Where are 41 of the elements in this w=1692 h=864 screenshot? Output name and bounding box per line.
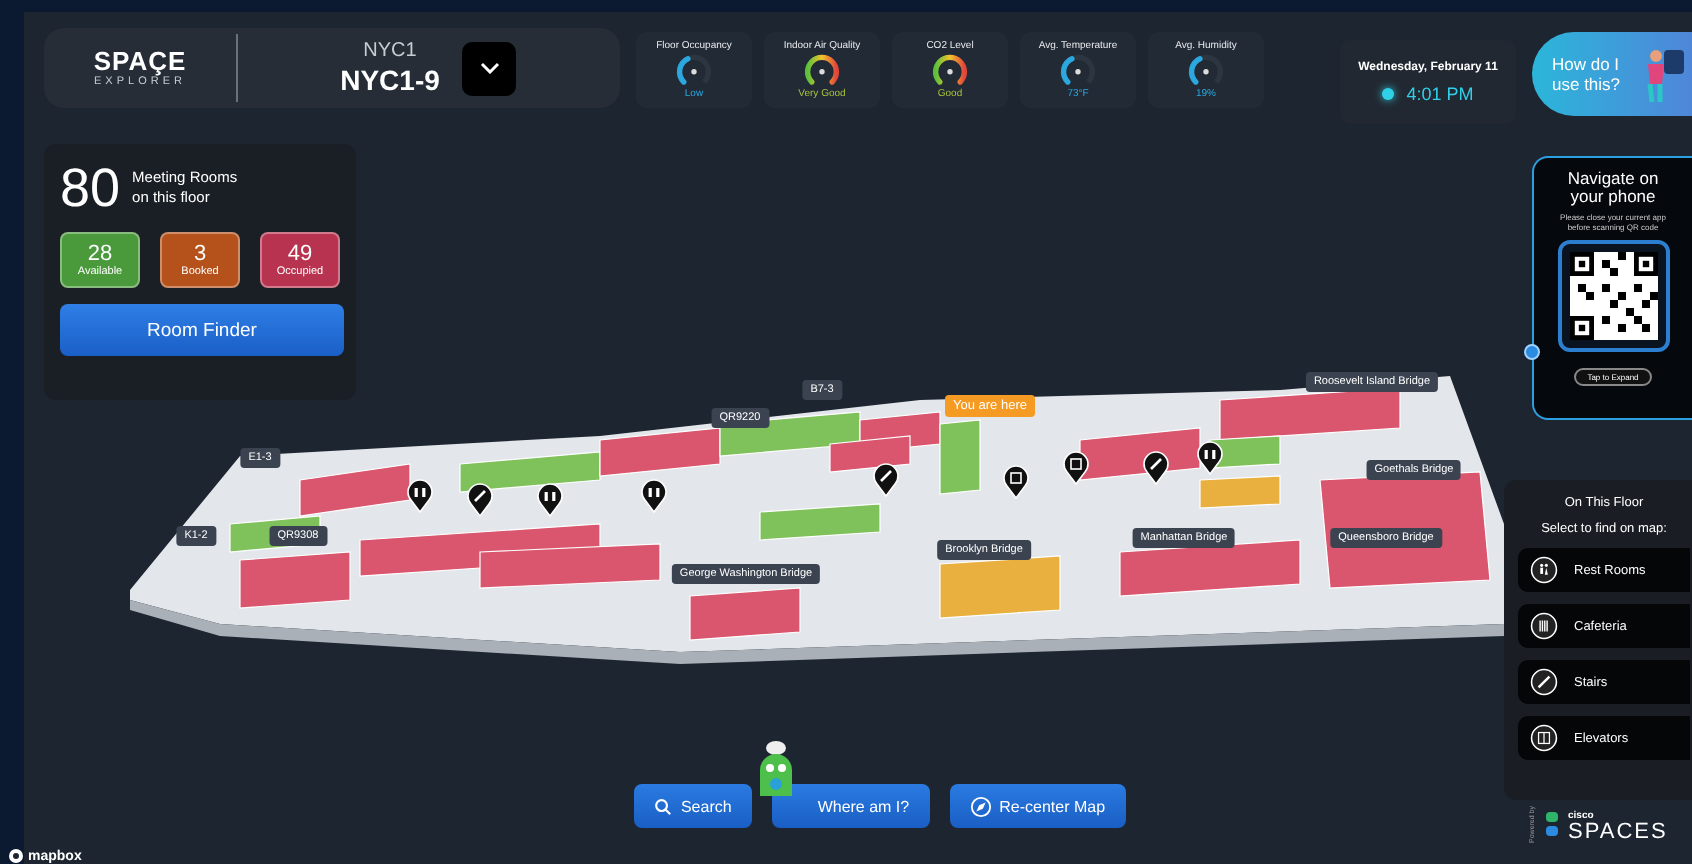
map-pin-icon[interactable] <box>536 482 564 518</box>
where-am-i-button[interactable]: Where am I? <box>771 784 930 828</box>
floor-name: NYC1-9 <box>340 64 440 96</box>
restroom-icon <box>1530 556 1558 584</box>
room-block[interactable] <box>459 451 601 493</box>
compass-icon <box>969 795 992 817</box>
time-text: 4:01 PM <box>1406 83 1474 103</box>
room-block[interactable] <box>599 427 721 477</box>
status-count: 28 <box>87 242 113 266</box>
status-dot <box>1382 87 1395 99</box>
map-pin-icon[interactable] <box>466 482 494 518</box>
map-pin-icon[interactable] <box>872 462 900 498</box>
room-block[interactable] <box>1219 387 1401 441</box>
room-count: 80 <box>60 160 121 216</box>
map-pin-icon[interactable] <box>1062 450 1090 486</box>
logo-title: SPAÇE <box>93 47 187 73</box>
room-block[interactable] <box>939 555 1061 619</box>
recenter-map-button[interactable]: Re-center Map <box>949 784 1126 828</box>
search-button[interactable]: Search <box>634 784 752 828</box>
map-pin-icon[interactable] <box>406 478 434 514</box>
elevator-icon <box>1530 724 1558 752</box>
status-count: 3 <box>193 242 207 266</box>
map-pin-icon[interactable] <box>640 478 668 514</box>
floor-dropdown-button[interactable] <box>462 41 516 95</box>
room-finder-button[interactable]: Room Finder <box>60 304 344 356</box>
qr-title: Navigate on your phone <box>1565 170 1661 206</box>
brand-name: SPACES <box>1568 824 1668 841</box>
brand-logo-icon <box>1544 810 1560 839</box>
stairs-icon <box>1530 668 1558 696</box>
building-name: NYC1 <box>363 40 417 64</box>
search-icon <box>654 797 673 815</box>
panel-handle[interactable] <box>1524 344 1540 360</box>
qr-code-icon <box>1569 252 1657 340</box>
cutlery-icon <box>1530 612 1558 640</box>
map-pin-icon[interactable] <box>1002 464 1030 500</box>
status-count: 49 <box>287 242 313 266</box>
map-pin-icon[interactable] <box>1196 440 1224 476</box>
room-block[interactable] <box>829 435 911 473</box>
chevron-down-icon <box>479 62 499 74</box>
map-pin-icon[interactable] <box>1142 450 1170 486</box>
room-block[interactable] <box>719 411 861 457</box>
